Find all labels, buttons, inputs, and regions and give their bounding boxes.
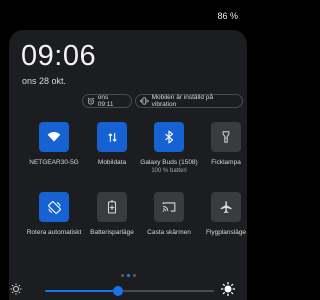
alarm-chip-label: ons 09:11 — [97, 94, 114, 108]
vibration-chip[interactable]: Mobilen är inställd på vibration — [135, 94, 243, 108]
tile-button[interactable] — [39, 192, 69, 222]
tile-mobile-data[interactable]: Mobildata — [83, 122, 141, 166]
quick-settings-panel: 09:06 ons 28 okt. ons 09:11 Mobilen är i… — [9, 30, 247, 300]
tile-button[interactable] — [211, 192, 241, 222]
bluetooth-icon — [165, 130, 174, 144]
tile-label: Mobildata — [97, 159, 127, 166]
tile-auto-rotate[interactable]: Rotera automatiskt — [25, 192, 83, 236]
tile-flashlight[interactable]: Ficklampa — [197, 122, 255, 166]
tile-button[interactable] — [154, 192, 184, 222]
brightness-low-icon — [10, 283, 22, 295]
wifi-icon — [47, 131, 61, 142]
auto-rotate-icon — [47, 200, 61, 214]
brightness-slider[interactable] — [45, 286, 214, 296]
tile-airplane-mode[interactable]: Flygplansläge — [197, 192, 255, 236]
tile-label: Galaxy Buds (1508) — [140, 159, 198, 166]
tile-label: Ficklampa — [211, 159, 241, 166]
alarm-chip[interactable]: ons 09:11 — [82, 94, 132, 108]
tile-button[interactable] — [154, 122, 184, 152]
tile-button[interactable] — [97, 192, 127, 222]
tile-sublabel: 100 % batteri — [151, 168, 187, 174]
tile-wifi[interactable]: NETGEAR30-5G — [25, 122, 83, 166]
tile-label: Batterisparläge — [90, 229, 134, 236]
tile-label: Flygplansläge — [205, 229, 247, 236]
tile-label: NETGEAR30-5G — [29, 159, 79, 166]
flashlight-icon — [222, 131, 230, 143]
tile-label: Casta skärmen — [147, 229, 191, 236]
brightness-slider-thumb[interactable] — [112, 286, 123, 296]
date[interactable]: ons 28 okt. — [22, 76, 66, 86]
tile-button[interactable] — [97, 122, 127, 152]
battery-saver-icon — [107, 200, 117, 214]
battery-percentage: 86 % — [217, 11, 238, 21]
page-dot — [132, 274, 136, 277]
mobile-data-icon — [107, 132, 117, 142]
alarm-clock-icon — [87, 97, 95, 105]
page-indicator — [9, 264, 247, 282]
brightness-high-icon[interactable] — [221, 282, 235, 296]
tile-button[interactable] — [211, 122, 241, 152]
page-dot — [126, 274, 130, 277]
page-dot — [120, 274, 124, 277]
airplane-icon — [220, 201, 232, 214]
vibration-chip-label: Mobilen är inställd på vibration — [151, 94, 214, 108]
brightness-slider-fill — [45, 290, 118, 292]
clock[interactable]: 09:06 — [21, 40, 96, 73]
tile-label: Rotera automatiskt — [26, 229, 82, 236]
tile-cast[interactable]: Casta skärmen — [140, 192, 198, 236]
tile-battery-saver[interactable]: Batterisparläge — [83, 192, 141, 236]
vibrate-icon — [140, 97, 149, 105]
status-bar: 86 % — [0, 0, 256, 30]
tile-bluetooth[interactable]: Galaxy Buds (1508) 100 % batteri — [140, 122, 198, 174]
tile-button[interactable] — [39, 122, 69, 152]
cast-icon — [162, 202, 176, 212]
